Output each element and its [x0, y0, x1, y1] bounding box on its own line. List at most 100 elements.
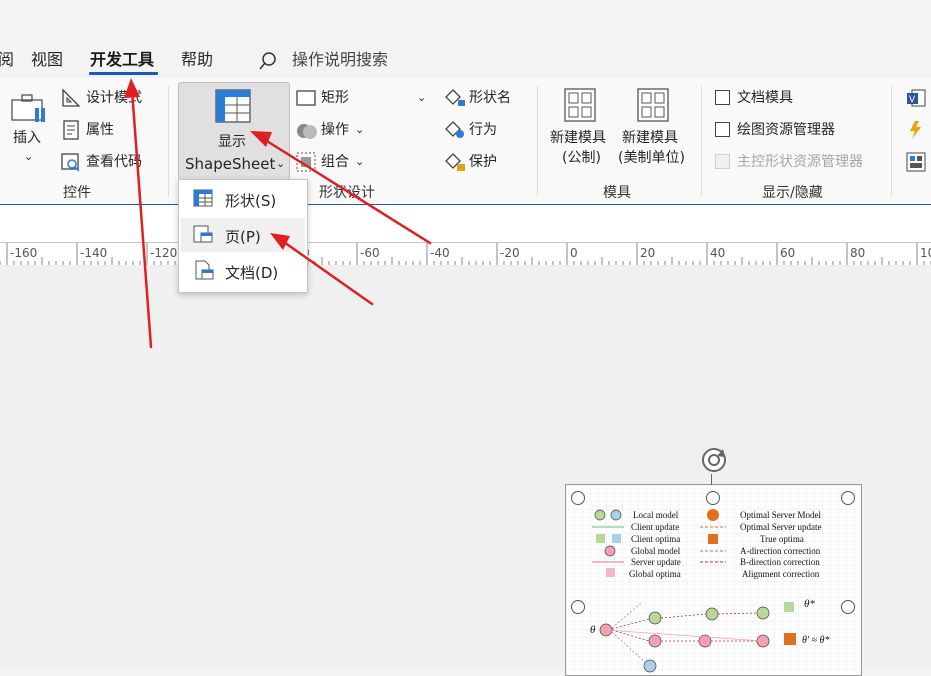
group-divider: [891, 86, 892, 196]
behavior-button[interactable]: 行为: [469, 121, 497, 139]
rectangle-chevron-down-icon[interactable]: ⌄: [417, 89, 426, 107]
menu-item-document[interactable]: 文档(D): [181, 254, 305, 288]
combine-icon[interactable]: [296, 152, 316, 176]
master-explorer-checkbox: [715, 154, 730, 169]
rectangle-icon[interactable]: [296, 90, 316, 110]
menu-item-page[interactable]: 页(P): [181, 218, 305, 252]
show-label: 显示: [218, 134, 246, 150]
tab-developer[interactable]: 开发工具: [90, 49, 154, 73]
rotate-handle-stem: [711, 474, 712, 485]
legend-global-model: Global model: [631, 546, 681, 556]
shape-name-button[interactable]: 形状名: [469, 89, 511, 107]
insert-chevron-down-icon[interactable]: ⌄: [24, 148, 33, 166]
legend-local-model: Local model: [633, 510, 679, 520]
insert-button[interactable]: 插入: [13, 129, 41, 147]
legend-alignment: Alignment correction: [742, 569, 820, 579]
protect-icon[interactable]: [444, 152, 466, 176]
insert-control-icon[interactable]: [9, 92, 49, 130]
ruler-label: -40: [430, 246, 450, 260]
resize-handle[interactable]: [571, 491, 585, 505]
chevron-down-icon: ⌄: [276, 157, 286, 170]
drawing-explorer-label[interactable]: 绘图资源管理器: [737, 121, 835, 139]
doc-stencil-checkbox[interactable]: [715, 90, 730, 105]
ruler-label: -60: [360, 246, 380, 260]
doc-stencil-label[interactable]: 文档模具: [737, 89, 793, 107]
theta-star-label: θ*: [804, 598, 815, 610]
shapesheet-icon: [215, 89, 251, 127]
properties-icon[interactable]: [62, 120, 80, 144]
new-stencil-metric-icon[interactable]: [564, 88, 596, 126]
drawing-explorer-checkbox[interactable]: [715, 122, 730, 137]
combine-chevron-down-icon[interactable]: ⌄: [355, 153, 364, 171]
menu-item-document-label: 文档(D): [225, 264, 279, 282]
stencil-group-label: 模具: [603, 185, 631, 201]
operations-icon[interactable]: [296, 121, 318, 145]
resize-handle[interactable]: [706, 491, 720, 505]
menu-item-shape[interactable]: 形状(S): [181, 182, 305, 216]
legend-server-update: Server update: [631, 557, 681, 567]
ruler-label: -160: [10, 246, 37, 260]
controls-group-label: 控件: [63, 185, 91, 201]
menu-item-page-label: 页(P): [225, 228, 261, 246]
ruler-label: 60: [780, 246, 795, 260]
macro-icon[interactable]: [906, 120, 926, 144]
ruler-label: 80: [850, 246, 865, 260]
shapesheet-dropdown-menu: 形状(S) 页(P) 文档(D): [178, 179, 308, 293]
theta-label: θ: [590, 624, 596, 636]
search-icon[interactable]: [258, 51, 278, 75]
ruler-label: 0: [570, 246, 578, 260]
ruler-label: 100: [920, 246, 931, 260]
rectangle-button[interactable]: 矩形: [321, 89, 349, 107]
tab-help[interactable]: 帮助: [181, 49, 213, 73]
ribbon: 插入 ⌄ 设计模式 属性 查看代码 控件 显示 ShapeSheet ⌄ 矩形 …: [0, 78, 931, 205]
horizontal-ruler[interactable]: -160-140-120-100-80-60-40-20020406080100: [0, 242, 931, 266]
legend-optimal-server-update: Optimal Server update: [740, 522, 822, 532]
tab-bar: 阅 视图 开发工具 帮助 操作说明搜索: [0, 0, 931, 78]
show-shapesheet-button[interactable]: 显示 ShapeSheet ⌄: [178, 82, 290, 180]
legend-true-optima: True optima: [760, 534, 804, 544]
search-input[interactable]: 操作说明搜索: [292, 49, 388, 73]
view-code-icon[interactable]: [61, 152, 81, 176]
visio-icon[interactable]: V: [906, 88, 926, 112]
properties-button[interactable]: 属性: [86, 121, 114, 139]
active-tab-indicator: [89, 72, 158, 75]
ruler-label: -120: [150, 246, 177, 260]
design-mode-button[interactable]: 设计模式: [86, 89, 142, 107]
group-divider: [537, 86, 538, 196]
resize-handle[interactable]: [841, 600, 855, 614]
add-ons-icon[interactable]: [906, 152, 926, 176]
operations-button[interactable]: 操作: [321, 121, 349, 139]
resize-handle[interactable]: [841, 491, 855, 505]
new-stencil-metric-sub: (公制): [562, 150, 601, 166]
legend-global-optima: Global optima: [629, 569, 681, 579]
protect-button[interactable]: 保护: [469, 153, 497, 171]
new-stencil-us-icon[interactable]: [637, 88, 669, 126]
new-stencil-metric-button[interactable]: 新建模具: [550, 129, 606, 147]
master-explorer-label: 主控形状资源管理器: [737, 154, 863, 170]
resize-handle[interactable]: [571, 600, 585, 614]
design-mode-icon[interactable]: [61, 88, 81, 112]
shape-sheet-icon: [193, 189, 213, 211]
group-divider: [701, 86, 702, 196]
tab-view[interactable]: 视图: [31, 49, 63, 73]
shape-name-icon[interactable]: [444, 88, 466, 112]
shapesheet-label: ShapeSheet: [185, 155, 276, 173]
new-stencil-us-button[interactable]: 新建模具: [622, 129, 678, 147]
ruler-label: -20: [500, 246, 520, 260]
theta-approx-label: θ' ≈ θ*: [802, 635, 830, 646]
ruler-label: -140: [80, 246, 107, 260]
document-sheet-icon: [195, 260, 215, 284]
behavior-icon[interactable]: [444, 120, 466, 144]
view-code-button[interactable]: 查看代码: [86, 153, 142, 171]
shape-design-group-label: 形状设计: [319, 185, 375, 201]
page-sheet-icon: [193, 225, 213, 247]
tab-review[interactable]: 阅: [0, 49, 14, 73]
ruler-label: 20: [640, 246, 655, 260]
rotate-handle-icon[interactable]: [699, 445, 729, 479]
selected-figure-shape[interactable]: Local model Client update Client optima …: [565, 484, 862, 676]
legend-a-direction: A-direction correction: [740, 546, 821, 556]
document-tab-strip: [0, 205, 931, 243]
operations-chevron-down-icon[interactable]: ⌄: [355, 121, 364, 139]
group-divider: [168, 86, 169, 196]
combine-button[interactable]: 组合: [321, 153, 349, 171]
